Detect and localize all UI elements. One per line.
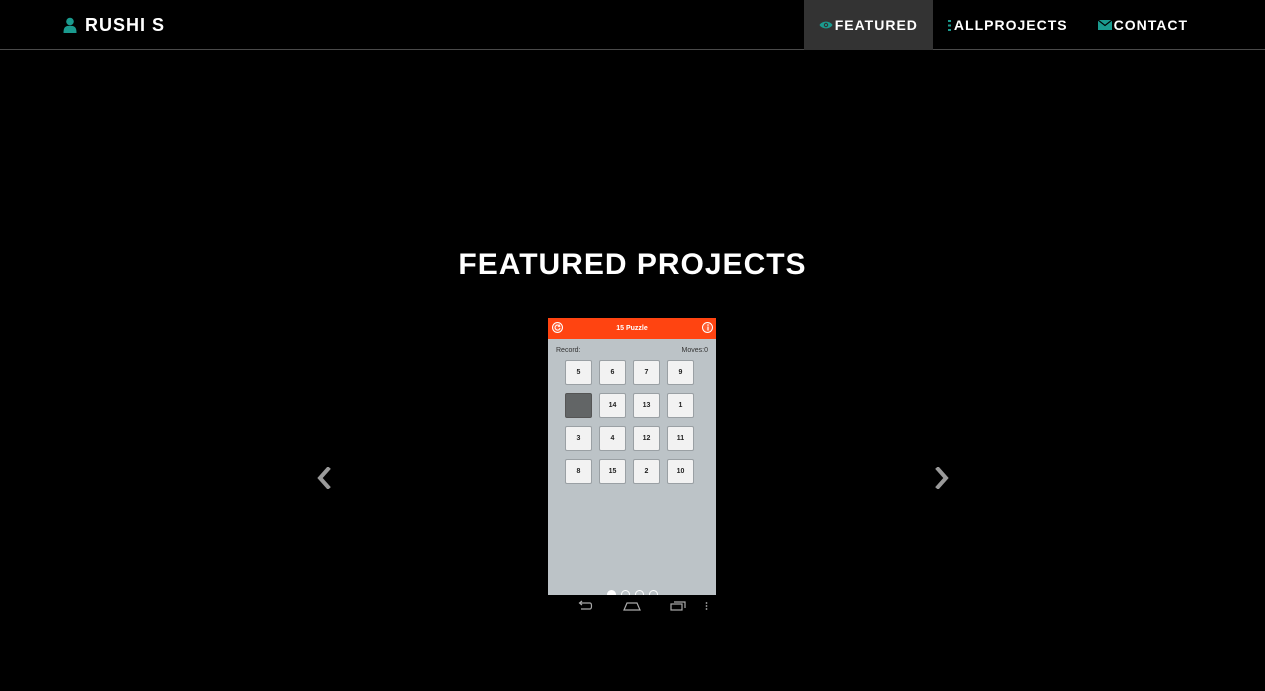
- nav-item-contact-label: CONTACT: [1113, 17, 1188, 33]
- envelope-icon: [1097, 20, 1112, 30]
- puzzle-grid: 5 6 7 9 14 13 1 3 4 12 11 8 15 2 10: [565, 360, 694, 484]
- brand[interactable]: RUSHI S: [63, 0, 165, 50]
- chevron-left-icon: [316, 465, 332, 494]
- refresh-icon[interactable]: [552, 322, 563, 333]
- list-icon: [947, 19, 952, 31]
- puzzle-tile[interactable]: 10: [667, 459, 694, 484]
- puzzle-tile[interactable]: 4: [599, 426, 626, 451]
- puzzle-tile[interactable]: 15: [599, 459, 626, 484]
- android-system-bar: [548, 595, 716, 618]
- section-title: FEATURED PROJECTS: [458, 248, 807, 281]
- carousel-next-button[interactable]: [930, 465, 954, 494]
- puzzle-tile[interactable]: 11: [667, 426, 694, 451]
- app-bar: 15 Puzzle: [548, 318, 716, 339]
- record-label: Record:: [556, 347, 581, 354]
- back-icon[interactable]: [577, 600, 593, 612]
- moves-label: Moves:0: [681, 347, 708, 354]
- puzzle-tile[interactable]: 13: [633, 393, 660, 418]
- puzzle-tile[interactable]: 5: [565, 360, 592, 385]
- puzzle-tile[interactable]: 9: [667, 360, 694, 385]
- puzzle-tile[interactable]: 7: [633, 360, 660, 385]
- carousel-prev-button[interactable]: [312, 465, 336, 494]
- puzzle-tile[interactable]: 6: [599, 360, 626, 385]
- nav-item-contact[interactable]: CONTACT: [1083, 0, 1203, 50]
- eye-icon: [819, 20, 833, 30]
- overflow-menu-icon[interactable]: [705, 600, 708, 612]
- user-icon: [63, 17, 77, 33]
- nav-item-allprojects-label: ALLPROJECTS: [953, 17, 1068, 33]
- puzzle-empty-slot: [565, 393, 592, 418]
- chevron-right-icon: [934, 465, 950, 494]
- brand-name: RUSHI S: [85, 14, 166, 35]
- home-icon[interactable]: [623, 600, 641, 612]
- puzzle-tile[interactable]: 2: [633, 459, 660, 484]
- nav-item-featured-label: FEATURED: [834, 17, 918, 33]
- info-icon[interactable]: [702, 322, 713, 333]
- navbar: RUSHI S FEATURED ALLPROJECTS CONTACT: [0, 0, 1265, 50]
- carousel-slide-screenshot: 15 Puzzle Record: Moves:0 5 6 7 9 14 13 …: [548, 318, 716, 618]
- recent-apps-icon[interactable]: [670, 600, 686, 612]
- main-nav: FEATURED ALLPROJECTS CONTACT: [803, 0, 1203, 50]
- puzzle-tile[interactable]: 8: [565, 459, 592, 484]
- puzzle-tile[interactable]: 3: [565, 426, 592, 451]
- nav-item-allprojects[interactable]: ALLPROJECTS: [933, 0, 1083, 50]
- puzzle-tile[interactable]: 14: [599, 393, 626, 418]
- app-title: 15 Puzzle: [616, 325, 648, 332]
- game-screen: Record: Moves:0 5 6 7 9 14 13 1 3 4 12 1…: [548, 339, 716, 599]
- puzzle-tile[interactable]: 12: [633, 426, 660, 451]
- puzzle-tile[interactable]: 1: [667, 393, 694, 418]
- nav-item-featured[interactable]: FEATURED: [803, 0, 933, 50]
